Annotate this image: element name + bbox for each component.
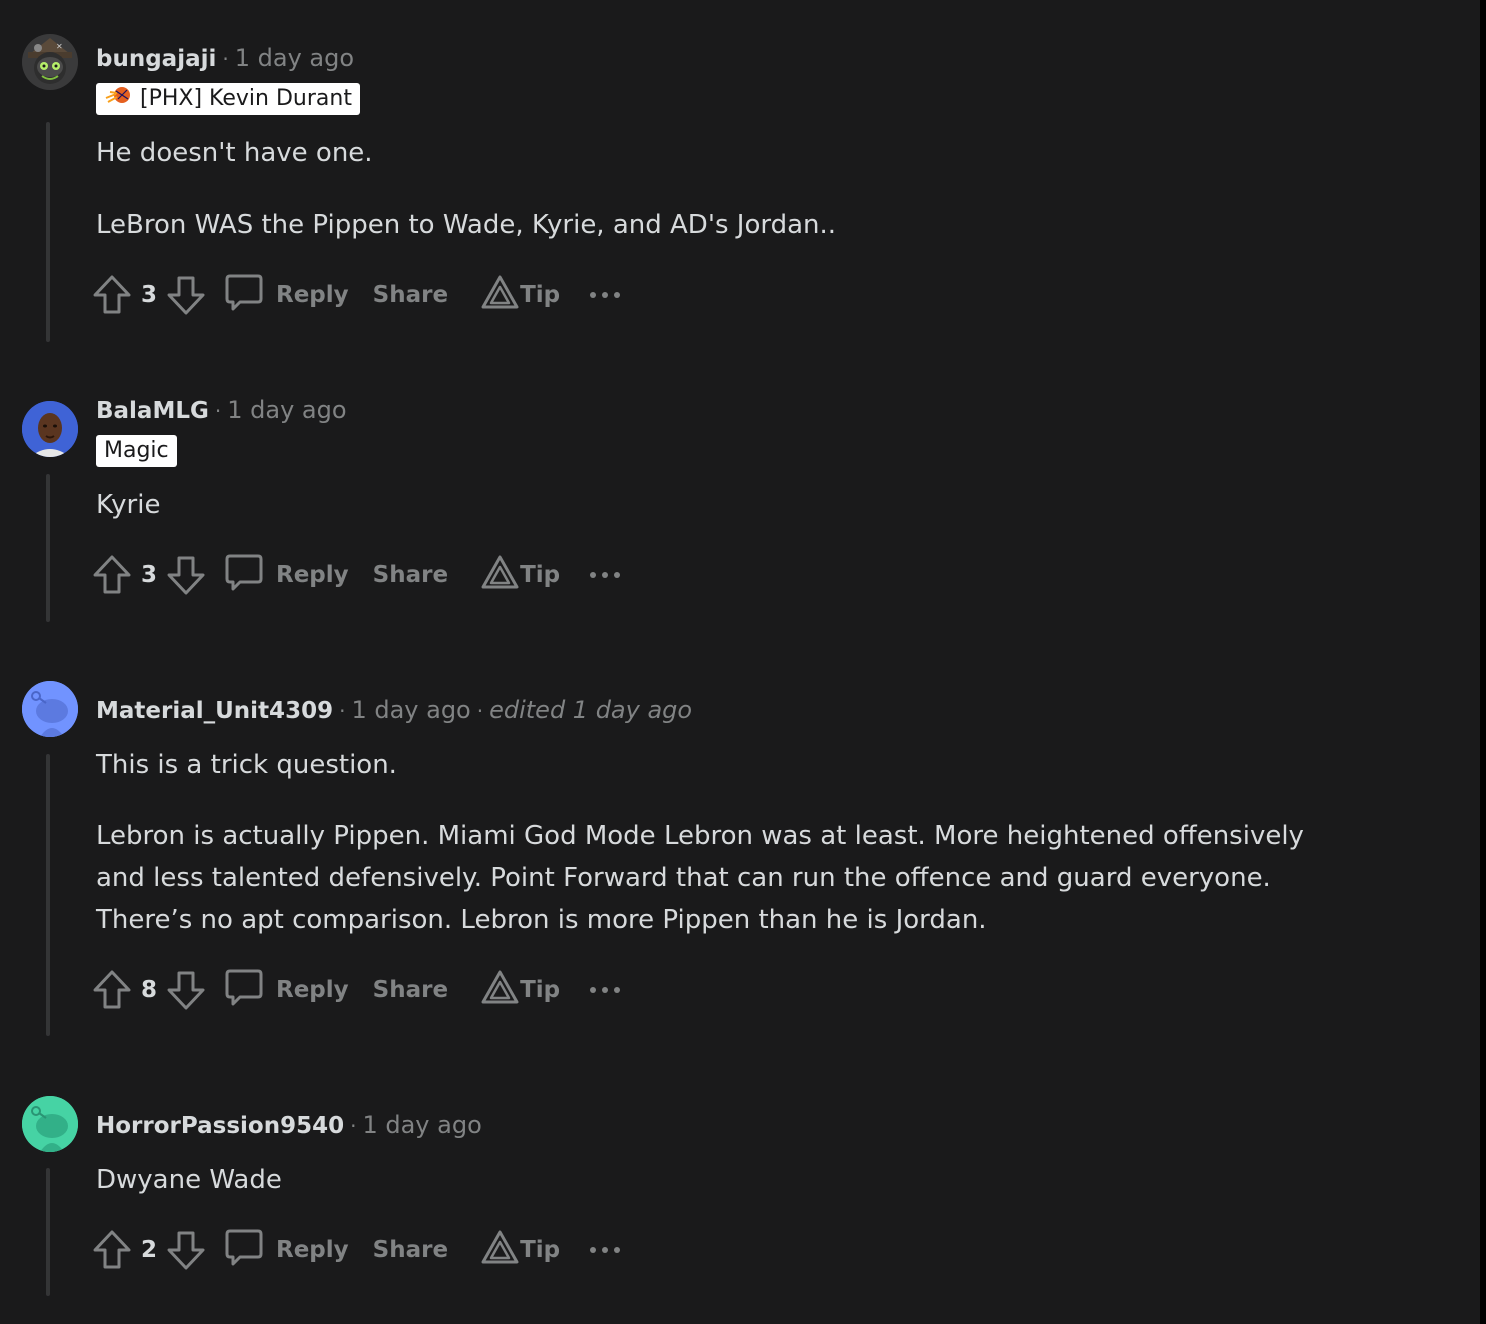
- default-snoo-avatar-icon[interactable]: [22, 681, 78, 737]
- reply-label: Reply: [276, 282, 349, 308]
- default-snoo-avatar-icon[interactable]: [22, 1096, 78, 1152]
- more-options-icon[interactable]: [588, 290, 622, 300]
- tip-button[interactable]: Tip: [480, 1229, 560, 1271]
- tip-triangle-icon: [480, 1229, 520, 1271]
- tip-label: Tip: [520, 562, 561, 588]
- comment-paragraph: Dwyane Wade: [96, 1165, 282, 1195]
- user-flair: [PHX] Kevin Durant: [96, 83, 360, 115]
- thread-line[interactable]: [46, 474, 50, 622]
- upvote-icon[interactable]: [92, 1229, 132, 1271]
- separator-dot: ·: [339, 699, 346, 723]
- comment-time[interactable]: 1 day ago: [227, 396, 346, 424]
- window-edge: [1480, 0, 1486, 1324]
- comment-bubble-icon: [224, 967, 264, 1013]
- tip-triangle-icon: [480, 969, 520, 1011]
- vote-count: 8: [140, 977, 157, 1003]
- reply-label: Reply: [276, 977, 349, 1003]
- comment-paragraph: LeBron WAS the Pippen to Wade, Kyrie, an…: [96, 210, 837, 240]
- comment-paragraph: This is a trick question.: [96, 750, 397, 780]
- flair-text: Magic: [104, 438, 169, 463]
- tip-label: Tip: [520, 282, 561, 308]
- tip-triangle-icon: [480, 274, 520, 316]
- tip-label: Tip: [520, 977, 561, 1003]
- player-photo-avatar-icon[interactable]: [22, 401, 78, 457]
- reply-label: Reply: [276, 1237, 349, 1263]
- upvote-icon[interactable]: [92, 274, 132, 316]
- comment-paragraph: Kyrie: [96, 490, 161, 520]
- comment-actions: 2 Reply Share Tip: [92, 1228, 622, 1272]
- comment-actions: 3 Reply Share Tip: [92, 273, 622, 317]
- downvote-icon[interactable]: [166, 969, 206, 1011]
- reply-button[interactable]: Reply: [224, 967, 349, 1013]
- separator-dot: ·: [222, 47, 229, 71]
- reply-button[interactable]: Reply: [224, 1227, 349, 1273]
- share-button[interactable]: Share: [373, 1237, 448, 1263]
- upvote-icon[interactable]: [92, 969, 132, 1011]
- comment-author[interactable]: Material_Unit4309: [96, 698, 333, 724]
- comment-meta: bungajaji · 1 day ago: [96, 43, 354, 74]
- separator-dot: ·: [214, 399, 222, 423]
- comment-meta: HorrorPassion9540 · 1 day ago: [96, 1110, 482, 1141]
- comment-meta: BalaMLG · 1 day ago: [96, 395, 347, 426]
- share-button[interactable]: Share: [373, 977, 448, 1003]
- edited-indicator: edited 1 day ago: [489, 696, 693, 724]
- comment-time[interactable]: 1 day ago: [235, 44, 354, 72]
- reply-button[interactable]: Reply: [224, 552, 349, 598]
- comment-author[interactable]: HorrorPassion9540: [96, 1113, 344, 1139]
- tip-button[interactable]: Tip: [480, 274, 560, 316]
- tip-label: Tip: [520, 1237, 561, 1263]
- svg-text:✕: ✕: [56, 42, 63, 51]
- suns-logo-icon: [104, 84, 134, 115]
- separator-dot: ·: [476, 699, 484, 723]
- comment-author[interactable]: bungajaji: [96, 46, 216, 72]
- comment-bubble-icon: [224, 1227, 264, 1273]
- snoo-pirate-avatar-icon[interactable]: ✕: [22, 34, 78, 90]
- vote-count: 2: [140, 1237, 157, 1263]
- comment-meta: Material_Unit4309 · 1 day ago · edited 1 day…: [96, 695, 692, 726]
- comment-actions: 3 Reply Share Tip: [92, 553, 622, 597]
- comment-time[interactable]: 1 day ago: [362, 1111, 481, 1139]
- downvote-icon[interactable]: [166, 274, 206, 316]
- vote-count: 3: [140, 562, 157, 588]
- comment-bubble-icon: [224, 272, 264, 318]
- reply-label: Reply: [276, 562, 349, 588]
- vote-count: 3: [140, 282, 157, 308]
- user-flair: Magic: [96, 435, 177, 467]
- tip-triangle-icon: [480, 554, 520, 596]
- comment-actions: 8 Reply Share Tip: [92, 968, 622, 1012]
- downvote-icon[interactable]: [166, 554, 206, 596]
- downvote-icon[interactable]: [166, 1229, 206, 1271]
- comment-author[interactable]: BalaMLG: [96, 398, 209, 424]
- comment-time[interactable]: 1 day ago: [351, 696, 470, 724]
- share-button[interactable]: Share: [373, 282, 448, 308]
- upvote-icon[interactable]: [92, 554, 132, 596]
- tip-button[interactable]: Tip: [480, 554, 560, 596]
- thread-line[interactable]: [46, 754, 50, 1036]
- reply-button[interactable]: Reply: [224, 272, 349, 318]
- flair-text: [PHX] Kevin Durant: [140, 86, 352, 111]
- more-options-icon[interactable]: [588, 570, 622, 580]
- thread-line[interactable]: [46, 122, 50, 342]
- comment-bubble-icon: [224, 552, 264, 598]
- share-button[interactable]: Share: [373, 562, 448, 588]
- separator-dot: ·: [350, 1114, 357, 1138]
- more-options-icon[interactable]: [588, 1245, 622, 1255]
- comment-paragraph: Lebron is actually Pippen. Miami God Mod…: [96, 821, 1304, 935]
- tip-button[interactable]: Tip: [480, 969, 560, 1011]
- comment-paragraph: He doesn't have one.: [96, 138, 373, 168]
- more-options-icon[interactable]: [588, 985, 622, 995]
- thread-line[interactable]: [46, 1168, 50, 1296]
